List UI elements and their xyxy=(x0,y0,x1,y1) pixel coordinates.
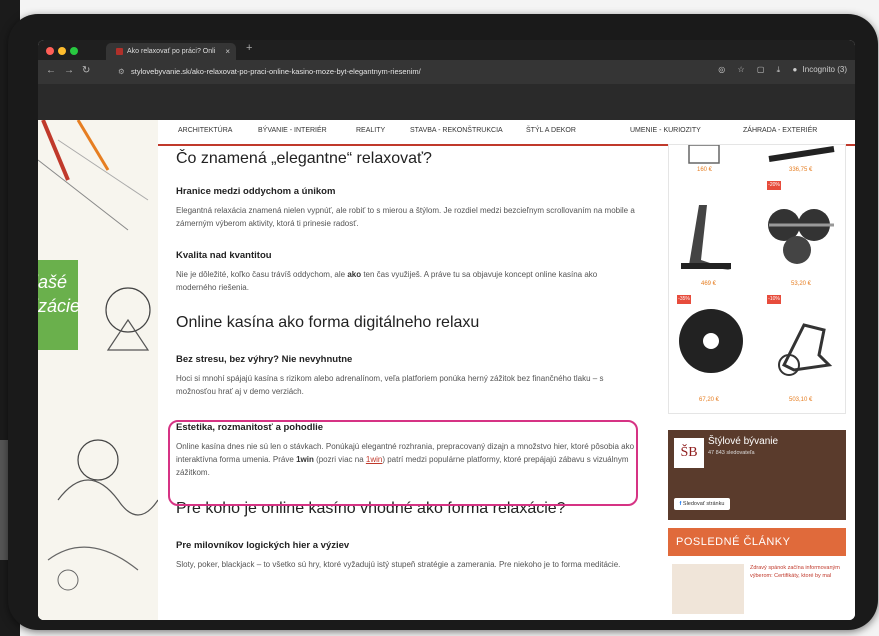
sidebar: 160 € 336,75 € -20% 469 € 53,20 € -35% -… xyxy=(668,144,846,620)
subheading-quality: Kvalita nad kvantitou xyxy=(176,250,272,261)
back-icon[interactable]: ← xyxy=(46,65,56,76)
discount-badge: -20% xyxy=(767,181,781,190)
toolbar-icons: ◎ ☆ ▢ ⤓ ● Incognito (3) xyxy=(708,65,847,75)
main-menu: ARCHITEKTÚRA BÝVANIE - INTERIÉR REALITY … xyxy=(158,120,855,146)
favicon-icon xyxy=(116,47,123,55)
url-field[interactable]: ⚙ stylovebyvanie.sk/ako-relaxovat-po-prac… xyxy=(118,64,678,80)
incognito-icon[interactable]: ● xyxy=(792,65,797,74)
star-icon[interactable]: ☆ xyxy=(737,65,744,74)
product-price: 53,20 € xyxy=(791,281,812,287)
quality-text-a: Nie je dôležité, koľko času trávíš oddyc… xyxy=(176,270,348,279)
eye-off-icon[interactable]: ◎ xyxy=(718,65,725,74)
recent-articles-header: POSLEDNÉ ČLÁNKY xyxy=(668,528,846,556)
green-banner-line1: lašé xyxy=(38,272,68,292)
paragraph-logic-games: Sloty, poker, blackjack – to všetko sú h… xyxy=(176,560,621,569)
tab-title: Ako relaxovať po práci? Onli xyxy=(127,48,216,55)
follow-page-button[interactable]: f Sledovať stránku xyxy=(674,498,730,510)
left-decorative-banner: lašé izácie xyxy=(38,120,158,620)
product-price: 67,20 € xyxy=(699,397,720,403)
new-tab-button[interactable]: + xyxy=(246,42,252,54)
tab-bar: Ako relaxovať po práci? Onli × + xyxy=(38,40,855,60)
discount-badge: -10% xyxy=(767,295,781,304)
subheading-logic-games: Pre milovníkov logických hier a výziev xyxy=(176,540,350,551)
subheading-boundaries: Hranice medzi oddychom a únikom xyxy=(176,186,336,197)
green-banner-line2: izácie xyxy=(38,296,81,316)
minimize-window-icon[interactable] xyxy=(58,47,66,55)
menu-item-styl[interactable]: ŠTÝL A DEKOR xyxy=(526,127,576,134)
reload-icon[interactable]: ↻ xyxy=(82,65,90,76)
fb-followers: 47 843 sledovateľa xyxy=(708,450,755,456)
heading-elegant-relax: Čo znamená „elegantne“ relaxovať? xyxy=(176,150,432,167)
close-window-icon[interactable] xyxy=(46,47,54,55)
fb-page-name[interactable]: Štýlové bývanie xyxy=(708,436,778,447)
product-ad-box[interactable]: 160 € 336,75 € -20% 469 € 53,20 € -35% -… xyxy=(668,144,846,414)
maximize-window-icon[interactable] xyxy=(70,47,78,55)
recent-article-thumbnail[interactable] xyxy=(672,564,744,614)
subheading-no-stress: Bez stresu, bez výhry? Nie nevyhnutne xyxy=(176,354,353,365)
tablet-frame: Ako relaxovať po práci? Onli × + ← → ↻ ⚙… xyxy=(8,14,878,630)
tablet-screen: Ako relaxovať po práci? Onli × + ← → ↻ ⚙… xyxy=(38,40,855,620)
extensions-icon[interactable]: ▢ xyxy=(757,65,765,74)
recent-article-link[interactable]: Zdravý spánok začína informovaným výbero… xyxy=(750,564,844,580)
menu-item-reality[interactable]: REALITY xyxy=(356,127,385,134)
paragraph-no-stress: Hoci si mnohí spájajú kasína s rizikom a… xyxy=(176,374,604,396)
address-bar: ← → ↻ ⚙ stylovebyvanie.sk/ako-relaxovat-p… xyxy=(38,60,855,84)
menu-item-umenie[interactable]: UMENIE - KURIOZITY xyxy=(630,127,701,134)
browser-tab[interactable]: Ako relaxovať po práci? Onli × xyxy=(106,43,236,60)
url-text: stylovebyvanie.sk/ako-relaxovat-po-praci… xyxy=(131,67,421,76)
page-logo: ŠB xyxy=(674,438,704,468)
menu-item-architektura[interactable]: ARCHITEKTÚRA xyxy=(178,127,232,134)
sketch-illustration xyxy=(38,120,158,620)
forward-icon[interactable]: → xyxy=(64,65,74,76)
follow-label: Sledovať stránku xyxy=(682,501,725,507)
web-page: lašé izácie ARCHITEKTÚRA BÝVANIE - INTER… xyxy=(38,120,855,620)
product-price: 469 € xyxy=(701,281,717,287)
quality-text-bold: ako xyxy=(347,270,362,279)
menu-item-stavba[interactable]: STAVBA - REKONŠTRUKCIA xyxy=(410,127,503,134)
site-info-icon[interactable]: ⚙ xyxy=(118,64,127,80)
highlight-box xyxy=(168,420,638,506)
green-banner: lašé izácie xyxy=(38,260,81,350)
paragraph-boundaries: Elegantná relaxácia znamená nielen vypnú… xyxy=(176,206,635,228)
facebook-widget[interactable]: ŠB Štýlové bývanie 47 843 sledovateľa f … xyxy=(668,430,846,520)
menu-item-byvanie[interactable]: BÝVANIE - INTERIÉR xyxy=(258,127,327,134)
discount-badge: -35% xyxy=(677,295,691,304)
product-price: 503,10 € xyxy=(789,397,813,403)
download-icon[interactable]: ⤓ xyxy=(777,65,781,74)
product-price: 160 € xyxy=(697,167,713,173)
product-price: 336,75 € xyxy=(789,167,813,173)
product-images xyxy=(679,144,835,376)
heading-online-casinos: Online kasína ako forma digitálneho rela… xyxy=(176,314,480,331)
menu-item-zahrada[interactable]: ZÁHRADA - EXTERIÉR xyxy=(743,127,817,134)
paragraph-quality: Nie je dôležité, koľko času trávíš oddyc… xyxy=(176,268,636,294)
tab-close-icon[interactable]: × xyxy=(225,43,230,60)
incognito-label[interactable]: Incognito (3) xyxy=(803,65,847,74)
browser-padding xyxy=(38,84,855,120)
